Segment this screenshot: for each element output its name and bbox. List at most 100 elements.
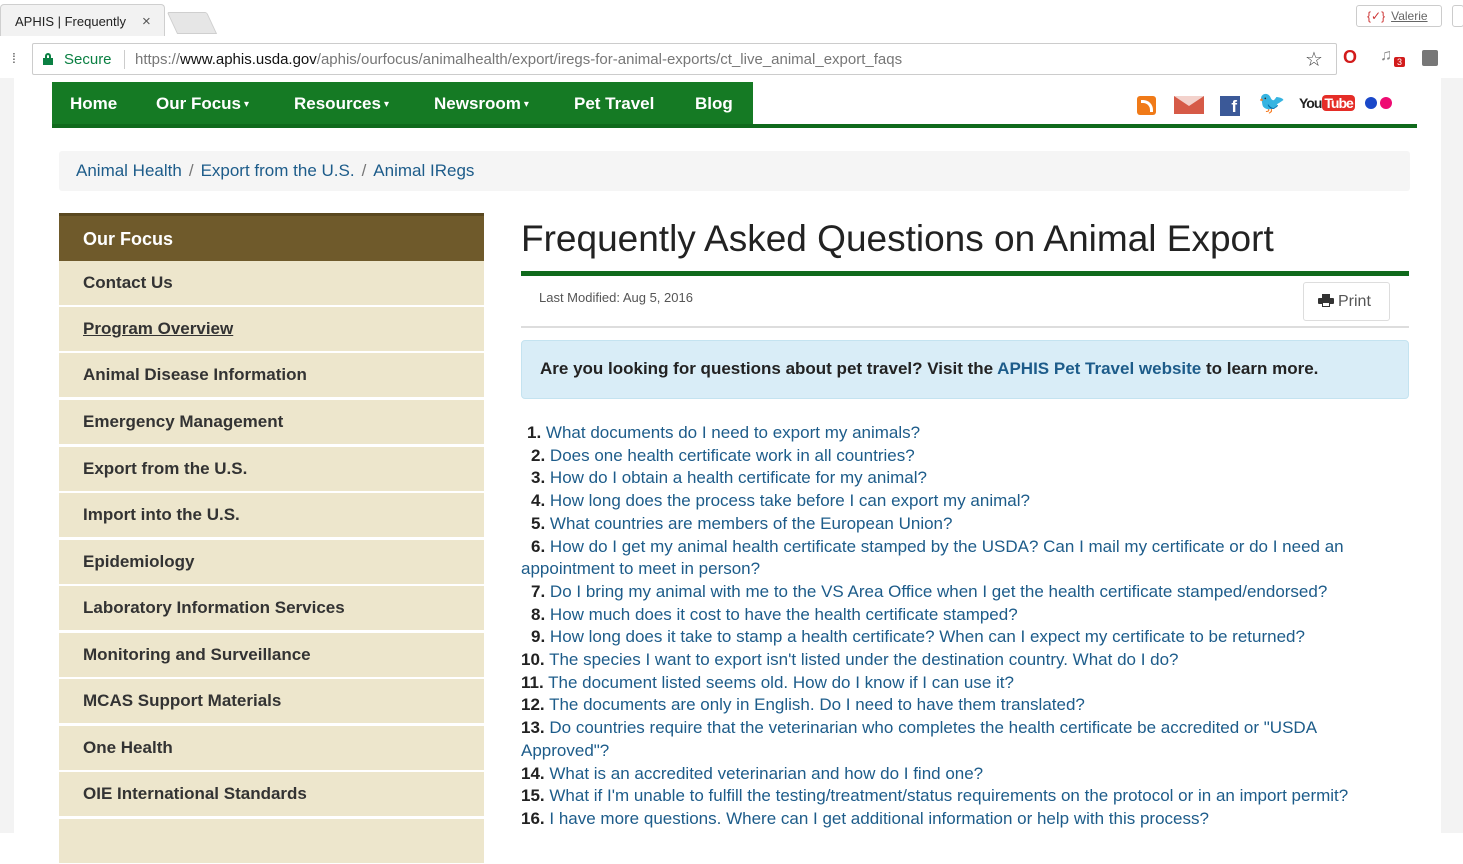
faq-item: 13. Do countries require that the veteri… [521, 717, 1401, 762]
faq-item: 4. How long does the process take before… [521, 490, 1401, 513]
sidebar-item-epidemiology[interactable]: Epidemiology [59, 540, 484, 585]
faq-item: 16. I have more questions. Where can I g… [521, 808, 1401, 831]
sidebar-item-animal-disease[interactable]: Animal Disease Information [59, 353, 484, 398]
faq-item: 8. How much does it cost to have the hea… [521, 604, 1401, 627]
faq-link[interactable]: The documents are only in English. Do I … [549, 695, 1085, 714]
nav-bar: Home Our Focus ▾ Resources ▾ Newsroom ▾ Pet… [52, 82, 753, 124]
flickr-icon[interactable] [1365, 97, 1395, 109]
faq-number: 1. [527, 423, 542, 442]
sidebar-item-import[interactable]: Import into the U.S. [59, 493, 484, 538]
sidebar-item-lab-info[interactable]: Laboratory Information Services [59, 586, 484, 631]
faq-number: 5. [531, 513, 546, 533]
pet-travel-link[interactable]: APHIS Pet Travel website [997, 359, 1201, 378]
breadcrumb-export[interactable]: Export from the U.S. [201, 161, 355, 180]
browser-tab[interactable]: APHIS | Frequently × [0, 4, 165, 36]
sidebar: Our Focus Contact Us Program Overview An… [59, 213, 484, 864]
printer-icon [1318, 294, 1334, 307]
page-gutter-left [0, 78, 14, 833]
new-tab-button[interactable] [166, 12, 218, 34]
sidebar-item-monitoring[interactable]: Monitoring and Surveillance [59, 633, 484, 678]
faq-list: 1. What documents do I need to export my… [521, 422, 1401, 831]
faq-number: 9. [531, 627, 546, 647]
faq-link[interactable]: What if I'm unable to fulfill the testin… [549, 786, 1348, 805]
alert-text-post: to learn more. [1201, 359, 1319, 378]
profile-button[interactable]: {✓} Valerie [1356, 5, 1442, 27]
web-page: Home Our Focus ▾ Resources ▾ Newsroom ▾ Pet… [0, 78, 1463, 864]
youtube-you: You [1299, 95, 1322, 111]
secure-label: Secure [64, 51, 112, 68]
faq-number: 16. [521, 808, 545, 828]
faq-link[interactable]: I have more questions. Where can I get a… [549, 809, 1209, 828]
sidebar-item-label: One Health [83, 738, 173, 757]
faq-number: 13. [521, 718, 545, 738]
email-icon[interactable] [1174, 96, 1204, 114]
nav-newsroom[interactable]: Newsroom ▾ [434, 94, 529, 114]
top-navigation: Home Our Focus ▾ Resources ▾ Newsroom ▾ Pet… [52, 82, 1417, 128]
faq-link[interactable]: The species I want to export isn't liste… [549, 650, 1178, 669]
alert-text-pre: Are you looking for questions about pet … [540, 359, 998, 378]
nav-our-focus[interactable]: Our Focus ▾ [156, 94, 249, 114]
faq-link[interactable]: Do countries require that the veterinari… [521, 718, 1316, 760]
extension-icon[interactable]: ♫ 3 [1380, 47, 1406, 67]
extension-square-icon[interactable] [1422, 50, 1438, 66]
nav-resources[interactable]: Resources ▾ [294, 94, 389, 114]
faq-number: 8. [531, 604, 546, 624]
sidebar-item-more[interactable] [59, 819, 484, 864]
sidebar-item-label: MCAS Support Materials [83, 691, 282, 710]
sidebar-item-label: Contact Us [83, 273, 173, 292]
faq-item: 14. What is an accredited veterinarian a… [521, 763, 1401, 786]
faq-link[interactable]: How do I get my animal health certificat… [521, 537, 1344, 579]
faq-number: 4. [531, 491, 546, 511]
faq-number: 2. [531, 445, 546, 465]
breadcrumb-animal-iregs[interactable]: Animal IRegs [373, 161, 474, 180]
faq-item: 3. How do I obtain a health certificate … [521, 467, 1401, 490]
url-text[interactable]: https://www.aphis.usda.gov/aphis/ourfocu… [135, 51, 902, 68]
url-prefix: https:// [135, 51, 181, 68]
sidebar-item-label: Emergency Management [83, 412, 284, 431]
sidebar-item-label: Program Overview [83, 319, 234, 338]
nav-pet-travel[interactable]: Pet Travel [574, 94, 654, 114]
sidebar-item-one-health[interactable]: One Health [59, 726, 484, 771]
rss-icon[interactable] [1137, 96, 1156, 115]
facebook-icon[interactable]: f [1220, 96, 1240, 116]
twitter-icon[interactable]: 🐦 [1258, 90, 1285, 115]
sidebar-heading[interactable]: Our Focus [59, 213, 484, 261]
youtube-tube: Tube [1322, 95, 1355, 111]
breadcrumb-animal-health[interactable]: Animal Health [76, 161, 182, 180]
bookmark-star-icon[interactable]: ☆ [1305, 47, 1323, 72]
print-label: Print [1338, 293, 1371, 310]
nav-our-focus-label: Our Focus [156, 94, 242, 113]
faq-link[interactable]: What countries are members of the Europe… [550, 514, 953, 533]
faq-link[interactable]: How do I obtain a health certificate for… [550, 468, 927, 487]
address-bar[interactable]: Secure https://www.aphis.usda.gov/aphis/… [32, 43, 1337, 75]
faq-link[interactable]: What documents do I need to export my an… [546, 423, 920, 442]
pet-travel-alert: Are you looking for questions about pet … [521, 340, 1409, 399]
sidebar-item-oie[interactable]: OIE International Standards [59, 772, 484, 817]
faq-item: 6. How do I get my animal health certifi… [521, 536, 1401, 581]
print-button[interactable]: Print [1303, 282, 1390, 321]
sidebar-item-program-overview[interactable]: Program Overview [59, 307, 484, 352]
faq-link[interactable]: What is an accredited veterinarian and h… [549, 764, 983, 783]
window-control[interactable] [1452, 5, 1463, 27]
nav-blog[interactable]: Blog [695, 94, 733, 114]
url-host: www.aphis.usda.gov [180, 51, 317, 68]
sidebar-item-export[interactable]: Export from the U.S. [59, 447, 484, 492]
menu-dots-icon[interactable]: ⁞ [12, 50, 16, 66]
sidebar-item-contact-us[interactable]: Contact Us [59, 261, 484, 306]
breadcrumb-separator: / [188, 161, 194, 180]
faq-link[interactable]: How long does it take to stamp a health … [550, 627, 1305, 646]
sidebar-item-mcas[interactable]: MCAS Support Materials [59, 679, 484, 724]
faq-link[interactable]: Does one health certificate work in all … [550, 446, 915, 465]
close-tab-icon[interactable]: × [142, 13, 151, 30]
tab-title: APHIS | Frequently [15, 14, 127, 29]
faq-link[interactable]: How much does it cost to have the health… [550, 605, 1018, 624]
faq-link[interactable]: Do I bring my animal with me to the VS A… [550, 582, 1327, 601]
youtube-icon[interactable]: You Tube [1299, 95, 1355, 115]
faq-link[interactable]: The document listed seems old. How do I … [548, 673, 1014, 692]
profile-icon: {✓} [1367, 9, 1386, 23]
nav-home[interactable]: Home [70, 94, 117, 114]
extension-badge: 3 [1394, 57, 1406, 67]
sidebar-item-emergency[interactable]: Emergency Management [59, 400, 484, 445]
faq-link[interactable]: How long does the process take before I … [550, 491, 1030, 510]
opera-extension-icon[interactable]: O [1343, 47, 1357, 68]
